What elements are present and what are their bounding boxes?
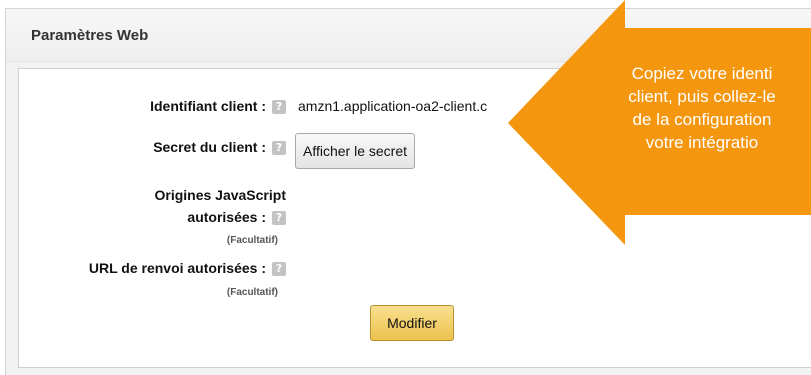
callout-line: de la configuration bbox=[632, 110, 772, 129]
callout-line: Copiez votre identi bbox=[631, 64, 773, 83]
callout-text: Copiez votre identi client, puis collez-… bbox=[572, 62, 811, 154]
callout-line: votre intégratio bbox=[645, 133, 759, 152]
callout-line: client, puis collez-le bbox=[628, 87, 776, 106]
instruction-callout bbox=[508, 0, 811, 245]
web-settings-page: Paramètres Web Identifiant client :? amz… bbox=[0, 0, 811, 375]
